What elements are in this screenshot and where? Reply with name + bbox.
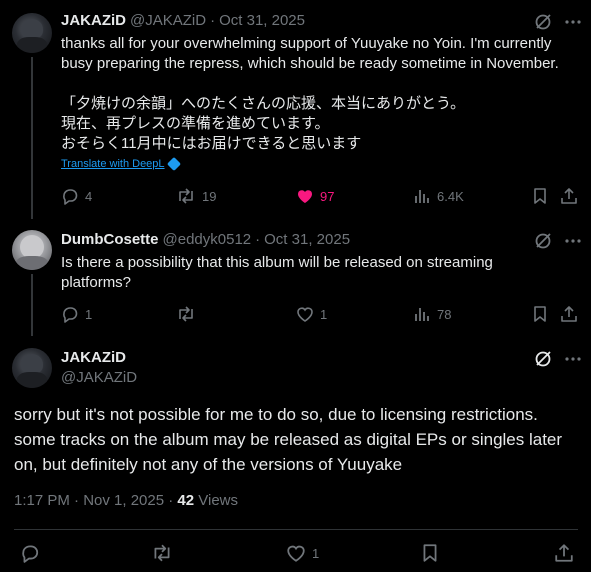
- display-name[interactable]: JAKAZiD: [61, 348, 126, 368]
- tweet3-handle: @JAKAZiD: [61, 368, 137, 388]
- share-icon: [555, 544, 573, 562]
- bookmark-icon: [534, 188, 546, 204]
- share-button[interactable]: [560, 187, 578, 205]
- tweet1-text-en: thanks all for your overwhelming support…: [61, 35, 559, 72]
- like-icon: [298, 190, 312, 203]
- bookmark-button[interactable]: [421, 543, 439, 563]
- separator: ·: [255, 231, 261, 248]
- translate-link[interactable]: Translate with DeepL: [61, 156, 181, 172]
- views-button[interactable]: 6.4K: [413, 187, 464, 205]
- reply-button[interactable]: [20, 543, 40, 563]
- avatar-jakazid[interactable]: [12, 13, 52, 53]
- reply-button[interactable]: 4: [61, 187, 92, 205]
- views-count: 78: [437, 306, 452, 322]
- views-icon: [415, 308, 429, 321]
- tweet1-text-jp-2: 現在、再プレスの準備を進めています。: [61, 115, 330, 132]
- deepl-icon: [166, 156, 181, 172]
- like-count: 1: [320, 306, 328, 322]
- bookmark-button[interactable]: [532, 305, 548, 323]
- bookmark-icon: [423, 544, 437, 562]
- divider: [14, 529, 578, 530]
- repost-button[interactable]: 19: [176, 187, 216, 205]
- tweet3-timestamp: 1:17 PM · Nov 1, 2025 · 42 Views: [14, 492, 238, 509]
- reply-icon: [63, 307, 78, 323]
- like-count: 1: [312, 545, 320, 561]
- handle[interactable]: @eddyk0512: [163, 230, 252, 250]
- share-icon: [561, 306, 577, 322]
- like-icon: [287, 545, 305, 562]
- display-name[interactable]: JAKAZiD: [61, 11, 126, 31]
- grok-icon[interactable]: [534, 13, 552, 31]
- repost-icon: [179, 188, 193, 204]
- tweet1-top-icons: [534, 13, 582, 31]
- reply-button[interactable]: 1: [61, 305, 92, 323]
- tweet3-text: sorry but it's not possible for me to do…: [14, 405, 563, 474]
- like-button[interactable]: 97: [296, 187, 334, 205]
- tweet3-top-icons: [534, 350, 582, 368]
- views-button[interactable]: 78: [413, 305, 451, 323]
- reply-count: 4: [85, 188, 93, 204]
- handle[interactable]: @JAKAZiD: [130, 11, 206, 31]
- thread-line: [31, 57, 33, 219]
- repost-button[interactable]: [151, 543, 173, 563]
- views-count: 42: [177, 492, 195, 509]
- bookmark-icon: [534, 306, 546, 322]
- views-icon: [415, 190, 429, 203]
- share-icon: [561, 188, 577, 204]
- more-icon[interactable]: [564, 232, 582, 250]
- display-name[interactable]: DumbCosette: [61, 230, 159, 250]
- views-count: 6.4K: [437, 188, 464, 204]
- tweet1-text-jp-3: おそらく11月中にはお届けできると思います: [61, 135, 362, 152]
- handle[interactable]: @JAKAZiD: [61, 368, 137, 388]
- views-label: Views: [194, 492, 239, 509]
- share-button[interactable]: [554, 543, 574, 563]
- tweet2-top-icons: [534, 232, 582, 250]
- grok-icon[interactable]: [534, 232, 552, 250]
- like-button[interactable]: 1: [296, 305, 327, 323]
- repost-button[interactable]: [176, 305, 196, 323]
- separator: ·: [210, 12, 216, 29]
- tweet2-actions: 1 1 78: [60, 305, 579, 325]
- tweet2-text: Is there a possibility that this album w…: [61, 254, 493, 291]
- tweet3-actions: 1: [0, 540, 591, 566]
- avatar-dumbcosette[interactable]: [12, 230, 52, 270]
- avatar-jakazid[interactable]: [12, 348, 52, 388]
- repost-count: 19: [202, 188, 217, 204]
- grok-icon[interactable]: [534, 350, 552, 368]
- tweet-date[interactable]: Oct 31, 2025: [219, 11, 305, 31]
- more-icon[interactable]: [564, 13, 582, 31]
- like-count: 97: [320, 188, 335, 204]
- like-button[interactable]: 1: [286, 543, 319, 563]
- reply-icon: [22, 545, 39, 563]
- thread-line: [31, 274, 33, 336]
- bookmark-button[interactable]: [532, 187, 548, 205]
- reply-count: 1: [85, 306, 93, 322]
- repost-icon: [179, 306, 193, 322]
- like-icon: [297, 307, 313, 322]
- tweet3-name: JAKAZiD: [61, 348, 126, 368]
- more-icon[interactable]: [564, 350, 582, 368]
- repost-icon: [154, 544, 170, 562]
- tweet2-header: DumbCosette @eddyk0512 · Oct 31, 2025: [61, 230, 350, 250]
- tweet1-header: JAKAZiD @JAKAZiD · Oct 31, 2025: [61, 11, 305, 31]
- tweet-date[interactable]: Oct 31, 2025: [264, 230, 350, 250]
- translate-label: Translate with DeepL: [61, 158, 165, 170]
- timestamp-text[interactable]: 1:17 PM · Nov 1, 2025 ·: [14, 492, 177, 509]
- tweet1-actions: 4 19 97 6.4K: [60, 187, 579, 207]
- share-button[interactable]: [560, 305, 578, 323]
- reply-icon: [63, 189, 78, 205]
- tweet1-text-jp-1: 「夕焼けの余韻」へのたくさんの応援、本当にありがとう。: [61, 95, 466, 112]
